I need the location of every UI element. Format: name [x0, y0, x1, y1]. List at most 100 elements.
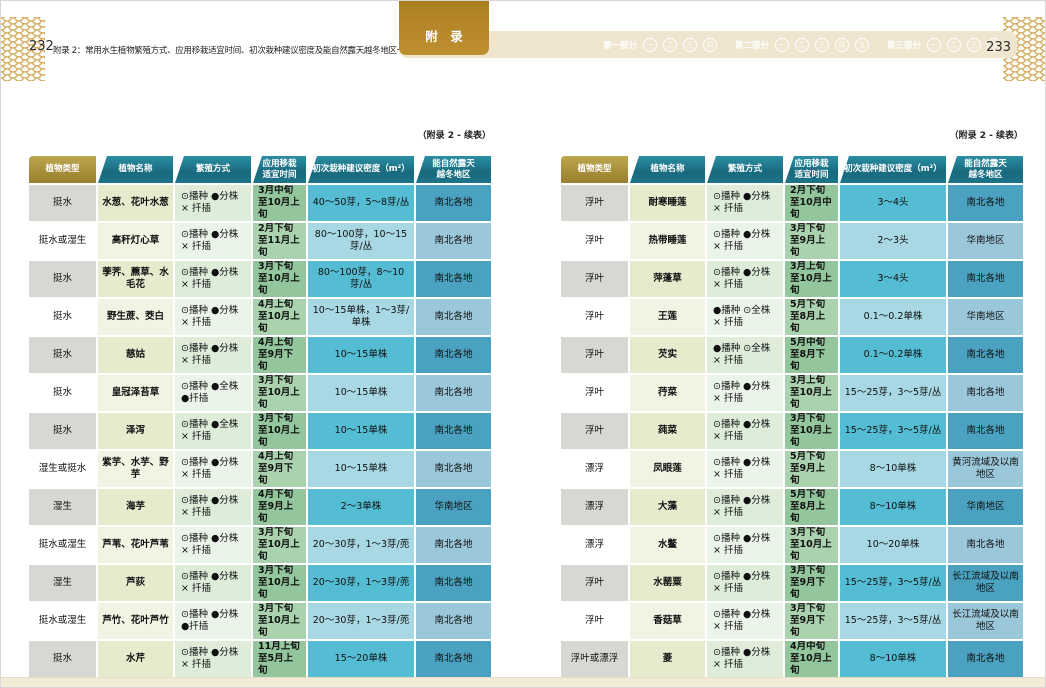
table-cell: 2月下旬至10月中旬	[785, 185, 838, 221]
table-cell: 挺水	[29, 641, 96, 677]
nav-item: 三	[967, 38, 981, 52]
table-cell: 湿生	[29, 565, 96, 601]
column-header: 繁殖方式	[175, 156, 251, 183]
table-cell: 浮叶	[561, 565, 628, 601]
nav-section-label: 第一部分	[603, 39, 637, 51]
table-cell: 芡实	[630, 337, 705, 373]
nav-section-label: 第二部分	[735, 39, 769, 51]
column-header: 能自然露天 越冬地区	[416, 156, 491, 183]
table-cell: 浮叶	[561, 337, 628, 373]
nav-band: 第一部分一二三四第二部分一二三四五第三部分一二三四	[399, 31, 1017, 58]
table-cell: 海芋	[98, 489, 173, 525]
left-plant-table: 植物类型植物名称繁殖方式应用移栽 适宜时间初次栽种建议密度（m²）能自然露天 越…	[29, 156, 491, 677]
table-cell: 荸荠、藨草、水毛花	[98, 261, 173, 297]
page-number-right: 233	[986, 40, 1011, 55]
appendix-tab-label: 附 录	[425, 26, 463, 45]
table-cell: 野生蔗、茭白	[98, 299, 173, 335]
table-cell: 8～10单株	[840, 641, 946, 677]
table-cell: ⊙播种 ●分株 × 扦插	[707, 489, 783, 525]
table-cell: 南北各地	[416, 337, 491, 373]
table-cell: 15～25芽，3～5芽/丛	[840, 565, 946, 601]
table-cell: 南北各地	[948, 261, 1023, 297]
table-cell: 挺水	[29, 337, 96, 373]
continuation-note-left: （附录 2 - 续表）	[29, 128, 491, 141]
table-cell: 2月下旬至11月上旬	[253, 223, 306, 259]
table-cell: 10～15单株	[308, 413, 414, 449]
table-cell: ⊙播种 ●分株 × 扦插	[707, 375, 783, 411]
table-cell: ⊙播种 ●分株 × 扦插	[707, 565, 783, 601]
table-cell: 5月中旬至8月下旬	[785, 337, 838, 373]
table-cell: 水鳖	[630, 527, 705, 563]
table-cell: 萍蓬草	[630, 261, 705, 297]
table-cell: 0.1～0.2单株	[840, 337, 946, 373]
table-cell: 漂浮	[561, 489, 628, 525]
table-cell: ⊙播种 ●分株 × 扦插	[707, 223, 783, 259]
nav-section-label: 第三部分	[887, 39, 921, 51]
table-cell: 菱	[630, 641, 705, 677]
table-cell: 3月下旬至9月下旬	[785, 603, 838, 639]
table-cell: 20～30芽，1～3芽/蔸	[308, 603, 414, 639]
table-cell: ⊙播种 ●分株 × 扦插	[175, 451, 251, 487]
table-cell: ⊙播种 ●分株 × 扦插	[707, 527, 783, 563]
nav-item: 一	[775, 38, 789, 52]
table-cell: 大藻	[630, 489, 705, 525]
table-cell: 芦荻	[98, 565, 173, 601]
table-cell: 南北各地	[416, 565, 491, 601]
table-cell: 泽泻	[98, 413, 173, 449]
table-cell: 水芹	[98, 641, 173, 677]
column-header: 应用移栽 适宜时间	[253, 156, 306, 183]
table-cell: 15～25芽，3～5芽/丛	[840, 603, 946, 639]
table-cell: 4月上旬至9月下旬	[253, 337, 306, 373]
table-cell: 南北各地	[948, 641, 1023, 677]
table-cell: ⊙播种 ●分株 × 扦插	[707, 261, 783, 297]
table-cell: ●播种 ⊙全株 × 扦插	[707, 299, 783, 335]
table-cell: 挺水	[29, 185, 96, 221]
table-cell: 3月下旬至10月上旬	[785, 413, 838, 449]
table-cell: 3月下旬至10月上旬	[253, 603, 306, 639]
table-cell: 4月上旬至9月下旬	[253, 451, 306, 487]
table-cell: 80～100芽，8～10芽/丛	[308, 261, 414, 297]
table-cell: 莼菜	[630, 413, 705, 449]
table-cell: 南北各地	[416, 223, 491, 259]
table-cell: 水罂粟	[630, 565, 705, 601]
table-cell: 浮叶	[561, 223, 628, 259]
table-cell: 高秆灯心草	[98, 223, 173, 259]
column-header: 植物名称	[98, 156, 173, 183]
table-cell: 华南地区	[416, 489, 491, 525]
nav-item: 四	[703, 38, 717, 52]
table-cell: ⊙播种 ●分株 ●扦插	[175, 603, 251, 639]
table-cell: 挺水	[29, 375, 96, 411]
table-cell: ⊙播种 ●分株 × 扦插	[707, 413, 783, 449]
nav-item: 一	[927, 38, 941, 52]
table-cell: 南北各地	[948, 527, 1023, 563]
table-cell: 华南地区	[948, 489, 1023, 525]
table-cell: 15～20单株	[308, 641, 414, 677]
table-cell: 20～30芽，1～3芽/蔸	[308, 565, 414, 601]
table-cell: 漂浮	[561, 527, 628, 563]
table-cell: 3月下旬至9月上旬	[785, 223, 838, 259]
nav-item: 一	[643, 38, 657, 52]
table-cell: 南北各地	[416, 375, 491, 411]
table-cell: 2～3头	[840, 223, 946, 259]
column-header: 能自然露天 越冬地区	[948, 156, 1023, 183]
page-title: 附录 2：常用水生植物繁殖方式、应用移栽适宜时间、初次栽种建议密度及能自然露天越…	[53, 44, 398, 56]
table-cell: 漂浮	[561, 451, 628, 487]
table-cell: 慈姑	[98, 337, 173, 373]
table-cell: 5月下旬至8月上旬	[785, 299, 838, 335]
table-cell: ⊙播种 ●分株 × 扦插	[707, 641, 783, 677]
column-header: 初次栽种建议密度（m²）	[308, 156, 414, 183]
table-cell: 浮叶	[561, 185, 628, 221]
table-cell: 20～30芽，1～3芽/蔸	[308, 527, 414, 563]
table-cell: 挺水或湿生	[29, 527, 96, 563]
table-cell: 3月上旬至10月上旬	[785, 261, 838, 297]
table-cell: 热带睡莲	[630, 223, 705, 259]
table-cell: 3月下旬至10月上旬	[785, 527, 838, 563]
table-cell: 10～15单株	[308, 375, 414, 411]
table-cell: 皇冠泽苔草	[98, 375, 173, 411]
table-cell: 南北各地	[948, 337, 1023, 373]
table-cell: ⊙播种 ●全株 × 扦插	[175, 413, 251, 449]
table-cell: ⊙播种 ●分株 × 扦插	[175, 223, 251, 259]
table-cell: 10～20单株	[840, 527, 946, 563]
table-cell: 长江流域及以南地区	[948, 603, 1023, 639]
table-cell: 15～25芽，3～5芽/丛	[840, 375, 946, 411]
